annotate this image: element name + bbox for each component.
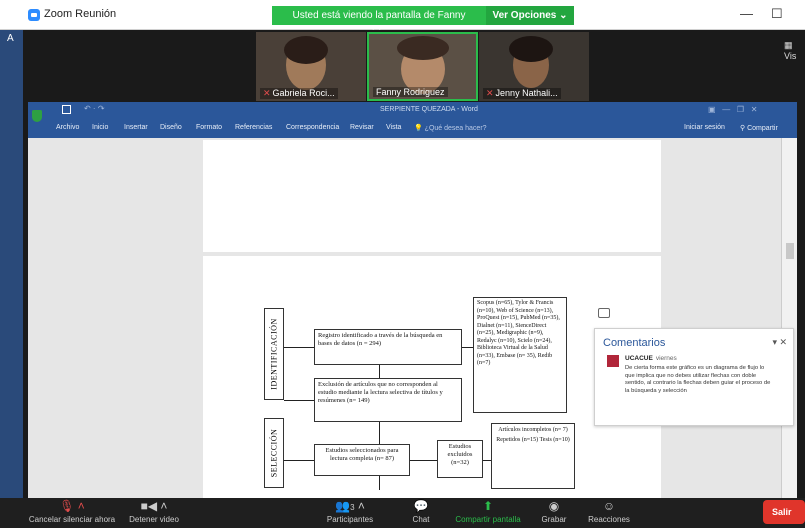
chat-button[interactable]: 💬 Chat [406, 498, 436, 528]
motivos-box: Artículos incompletos (n= 7) Repetidos (… [491, 423, 575, 489]
muted-mic-icon: ✕ [263, 88, 271, 98]
participants-icon: 👥3 ˄ [335, 499, 365, 513]
exclusion-box: Exclusión de artículos que no correspond… [314, 378, 462, 422]
meeting-toolbar: 🎙︎ ˄ Cancelar silenciar ahora ■◀ ˄ Deten… [0, 498, 805, 528]
tell-me-search[interactable]: 💡 ¿Qué desea hacer? [414, 124, 487, 132]
menu-archivo[interactable]: Archivo [56, 124, 79, 131]
record-button[interactable]: ◉ Grabar [536, 498, 572, 528]
leave-button[interactable]: Salir [763, 500, 805, 524]
window-title: Zoom Reunión [44, 8, 117, 20]
sharing-banner: Usted está viendo la pantalla de Fanny R… [272, 6, 486, 40]
record-icon: ◉ [548, 499, 560, 513]
window-controls[interactable]: ▣ — ❐ ✕ [708, 105, 757, 114]
comment-author: UCACUE viernes [625, 355, 677, 362]
comments-close-button[interactable]: ▾ ✕ [772, 337, 787, 348]
chat-icon: 💬 [413, 499, 429, 513]
participant-hair [397, 36, 449, 60]
document-title: SERPIENTE QUEZADA - Word [380, 106, 478, 113]
video-camera-icon: ■◀ ˄ [140, 499, 168, 513]
menu-vista[interactable]: Vista [386, 124, 401, 131]
view-options-button[interactable]: Ver Opciones ⌄ [486, 6, 574, 25]
participant-name: ✕ Gabriela Roci... [260, 88, 338, 99]
participant-hair [284, 36, 328, 64]
arrow [410, 460, 437, 461]
menu-correspondencia[interactable]: Correspondencia [286, 124, 339, 131]
muted-mic-icon: ✕ [486, 88, 494, 98]
word-menu-bar: Archivo Inicio Insertar Diseño Formato R… [28, 121, 797, 137]
sources-box: Scopus (n=65), Tylor & Francis (n=10), W… [473, 297, 567, 413]
seleccion-label: SELECCIÓN [264, 418, 284, 488]
identificacion-label: IDENTIFICACIÓN [264, 308, 284, 400]
menu-diseno[interactable]: Diseño [160, 124, 182, 131]
share-screen-button[interactable]: ⬆ Compartir pantalla [450, 498, 526, 528]
menu-inicio[interactable]: Inicio [92, 124, 108, 131]
sign-in-link[interactable]: Iniciar sesión [684, 124, 725, 131]
scrollbar-thumb[interactable] [786, 243, 794, 259]
document-page [203, 140, 661, 252]
share-button[interactable]: ⚲ Compartir [740, 124, 778, 132]
share-screen-icon: ⬆ [482, 499, 494, 513]
participants-button[interactable]: 👥3 ˄ Participantes [320, 498, 380, 528]
participant-hair [509, 36, 553, 62]
undo-icon[interactable]: ↶ · ↷ [84, 104, 105, 113]
participant-video-active[interactable]: Fanny Rodriguez [367, 32, 478, 101]
mute-button[interactable]: 🎙︎ ˄ Cancelar silenciar ahora [26, 498, 118, 528]
zoom-logo-icon [28, 9, 40, 21]
menu-insertar[interactable]: Insertar [124, 124, 148, 131]
arrow [379, 422, 380, 444]
arrow [379, 476, 380, 490]
arrow [462, 347, 473, 348]
left-edge-label: A [7, 33, 14, 44]
arrow [483, 460, 491, 461]
word-title-bar: ↶ · ↷ SERPIENTE QUEZADA - Word ▣ — ❐ ✕ [28, 102, 797, 120]
arrow [284, 347, 314, 348]
vertical-scrollbar[interactable] [781, 138, 797, 498]
participant-video[interactable]: ✕ Jenny Nathali... [479, 32, 589, 101]
word-ribbon: ↶ · ↷ SERPIENTE QUEZADA - Word ▣ — ❐ ✕ A… [28, 102, 797, 138]
registro-box: Registro identificado a través de la bús… [314, 329, 462, 365]
left-edge-panel: A [0, 30, 23, 498]
menu-formato[interactable]: Formato [196, 124, 222, 131]
comments-panel: Comentarios ▾ ✕ UCACUE viernes De cierta … [594, 328, 794, 426]
comment-text: De cierta forma este gráfico es un diagr… [625, 365, 771, 394]
menu-revisar[interactable]: Revisar [350, 124, 374, 131]
save-icon[interactable] [62, 105, 71, 114]
maximize-button[interactable]: ☐ [771, 6, 783, 22]
reactions-icon: ☺ [602, 499, 616, 513]
comments-title: Comentarios [603, 337, 666, 349]
participant-video[interactable]: ✕ Gabriela Roci... [256, 32, 366, 101]
avatar [607, 355, 619, 367]
document-canvas [28, 138, 797, 498]
minimize-button[interactable]: — [740, 6, 753, 21]
arrow [284, 400, 314, 401]
zoom-titlebar: Zoom Reunión Usted está viendo la pantal… [0, 0, 805, 40]
participant-name: ✕ Jenny Nathali... [483, 88, 561, 99]
view-toggle[interactable]: ▦ Vis [784, 40, 805, 61]
muted-mic-icon: 🎙︎ ˄ [59, 499, 85, 513]
stop-video-button[interactable]: ■◀ ˄ Detener video [124, 498, 184, 528]
reactions-button[interactable]: ☺ Reacciones [584, 498, 634, 528]
participant-name: Fanny Rodriguez [373, 87, 448, 97]
arrow [284, 460, 314, 461]
excluidos-box: Estudios excluidos (n=32) [437, 440, 483, 478]
menu-referencias[interactable]: Referencias [235, 124, 272, 131]
comment-icon[interactable] [598, 308, 610, 318]
estudios-box: Estudios seleccionados para lectura comp… [314, 444, 410, 476]
arrow [379, 365, 380, 378]
